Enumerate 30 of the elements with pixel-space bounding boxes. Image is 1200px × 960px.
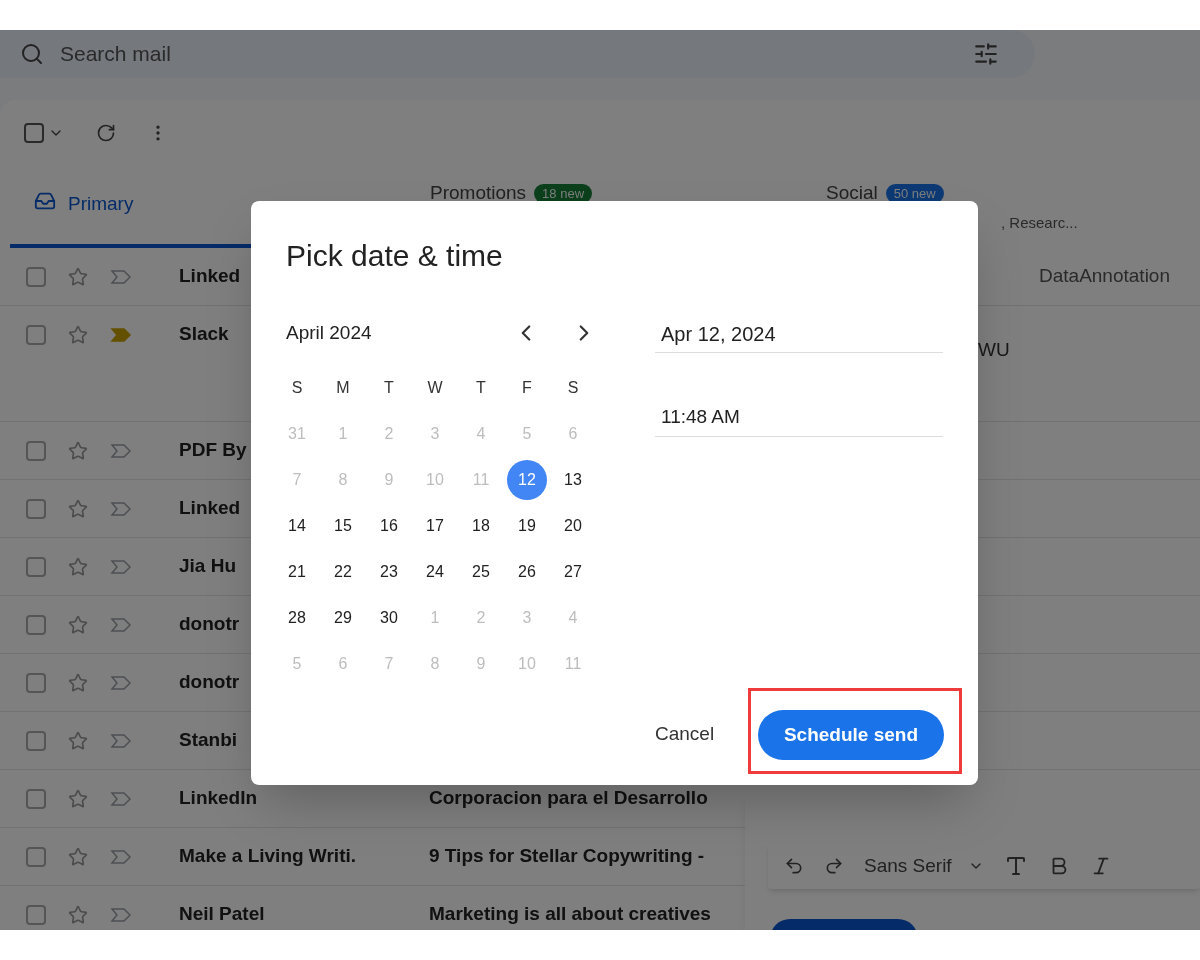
email-subject: Marketing is all about creatives xyxy=(429,902,711,927)
weekday-label: F xyxy=(521,378,533,398)
weekday-label: W xyxy=(426,378,444,398)
email-snippet: WU xyxy=(978,338,1010,362)
weekday-label: S xyxy=(290,378,304,398)
tab-label: Primary xyxy=(68,192,134,216)
sender-name: Stanbi xyxy=(179,728,238,753)
sender-name: LinkedIn xyxy=(179,786,258,811)
tab-label: Social xyxy=(826,181,878,205)
sender-name: donotr xyxy=(179,670,240,695)
sender-name: donotr xyxy=(179,612,240,637)
tab-label: Promotions xyxy=(430,181,527,205)
new-count: 50 new xyxy=(885,183,944,203)
email-subject: Corporacion para el Desarrollo xyxy=(429,786,708,811)
sender-name: Neil Patel xyxy=(179,902,265,927)
sender-name: Jia Hu xyxy=(179,554,237,579)
tab-subtitle: , Researc... xyxy=(1001,212,1078,233)
weekday-label: T xyxy=(383,378,395,398)
sender-name: PDF By xyxy=(179,438,247,463)
sender-name: Slack xyxy=(179,322,229,347)
sender-name: Linked xyxy=(179,496,241,521)
weekday-label: T xyxy=(475,378,487,398)
sender-name: Make a Living Writi. xyxy=(179,844,357,869)
email-subject: 9 Tips for Stellar Copywriting - xyxy=(429,844,705,869)
weekday-label: M xyxy=(335,378,351,398)
email-snippet: DataAnnotation xyxy=(1039,264,1170,289)
new-count: 18 new xyxy=(534,183,593,203)
month-label: April 2024 xyxy=(286,320,372,345)
sender-name: Linked xyxy=(179,264,241,289)
weekday-label: S xyxy=(566,378,580,398)
